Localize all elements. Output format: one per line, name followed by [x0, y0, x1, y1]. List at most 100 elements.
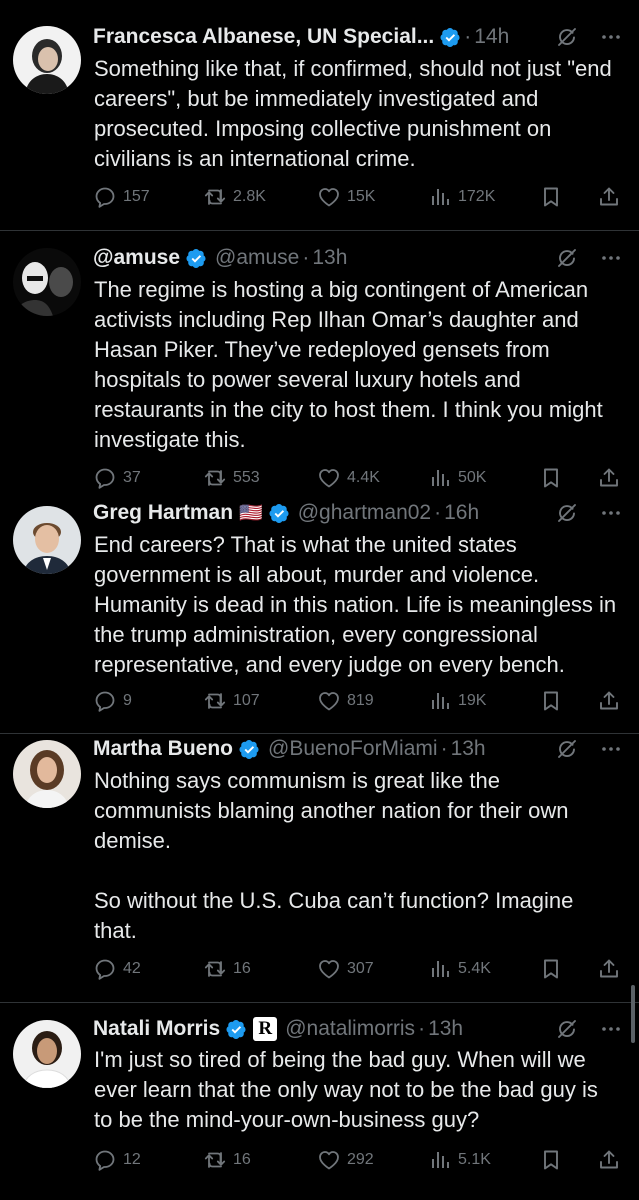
- grok-icon[interactable]: [555, 501, 579, 525]
- grok-icon[interactable]: [555, 737, 579, 761]
- avatar[interactable]: [13, 1020, 81, 1088]
- tweet-header: Martha Bueno @BuenoForMiami · 13h: [93, 734, 639, 764]
- share-button[interactable]: [597, 686, 627, 716]
- view-count: 5.1K: [458, 1151, 491, 1168]
- repost-button[interactable]: 107: [203, 686, 260, 716]
- bookmark-button[interactable]: [539, 182, 569, 212]
- header-actions: [555, 246, 623, 270]
- like-icon: [317, 957, 341, 981]
- share-button[interactable]: [597, 954, 627, 984]
- timestamp[interactable]: 14h: [474, 25, 509, 49]
- repost-icon: [203, 1148, 227, 1172]
- share-button[interactable]: [597, 463, 627, 493]
- repost-button[interactable]: 553: [203, 463, 260, 493]
- bookmark-button[interactable]: [539, 954, 569, 984]
- reply-button[interactable]: 12: [93, 1145, 141, 1175]
- share-button[interactable]: [597, 1145, 627, 1175]
- tweet-header: Natali Morris R @natalimorris · 13h: [93, 1014, 639, 1044]
- more-icon[interactable]: [599, 501, 623, 525]
- tweet-header: @amuse @amuse · 13h: [93, 243, 639, 273]
- like-button[interactable]: 819: [317, 686, 374, 716]
- views-button[interactable]: 50K: [428, 463, 486, 493]
- like-button[interactable]: 4.4K: [317, 463, 380, 493]
- scrollbar[interactable]: [631, 985, 635, 1043]
- handle[interactable]: @ghartman02: [298, 501, 431, 525]
- timestamp[interactable]: 13h: [312, 246, 347, 270]
- handle[interactable]: @BuenoForMiami: [268, 737, 438, 761]
- reply-button[interactable]: 9: [93, 686, 132, 716]
- affiliate-badge-icon[interactable]: R: [253, 1017, 278, 1041]
- like-button[interactable]: 292: [317, 1145, 374, 1175]
- tweet[interactable]: Francesca Albanese, UN Special... · 14h …: [0, 0, 639, 230]
- avatar[interactable]: [13, 26, 81, 94]
- tweet[interactable]: Martha Bueno @BuenoForMiami · 13h Nothin…: [0, 734, 639, 1002]
- reply-button[interactable]: 157: [93, 182, 150, 212]
- views-button[interactable]: 19K: [428, 686, 486, 716]
- tweet[interactable]: Greg Hartman 🇺🇸 @ghartman02 · 16h End ca…: [0, 492, 639, 732]
- reply-count: 12: [123, 1151, 141, 1168]
- views-icon: [428, 1148, 452, 1172]
- repost-icon: [203, 957, 227, 981]
- share-icon: [597, 185, 621, 209]
- timestamp[interactable]: 16h: [444, 501, 479, 525]
- tweet-text: Something like that, if confirmed, shoul…: [94, 56, 618, 171]
- avatar[interactable]: [13, 740, 81, 808]
- header-actions: [555, 25, 623, 49]
- tweet-header: Greg Hartman 🇺🇸 @ghartman02 · 16h: [93, 498, 639, 528]
- more-icon[interactable]: [599, 246, 623, 270]
- like-button[interactable]: 15K: [317, 182, 375, 212]
- bookmark-button[interactable]: [539, 463, 569, 493]
- avatar[interactable]: [13, 506, 81, 574]
- like-count: 15K: [347, 188, 376, 205]
- share-icon: [597, 689, 621, 713]
- verified-badge-icon: [269, 503, 290, 524]
- like-icon: [317, 466, 341, 490]
- timestamp[interactable]: 13h: [451, 737, 486, 761]
- share-button[interactable]: [597, 182, 627, 212]
- views-button[interactable]: 5.1K: [428, 1145, 491, 1175]
- repost-icon: [203, 689, 227, 713]
- bookmark-icon: [539, 1148, 563, 1172]
- repost-button[interactable]: 16: [203, 1145, 251, 1175]
- bookmark-button[interactable]: [539, 686, 569, 716]
- repost-button[interactable]: 16: [203, 954, 251, 984]
- reply-icon: [93, 1148, 117, 1172]
- handle[interactable]: @natalimorris: [285, 1017, 415, 1041]
- handle[interactable]: @amuse: [215, 246, 299, 270]
- repost-count: 107: [233, 692, 260, 709]
- like-icon: [317, 689, 341, 713]
- more-icon[interactable]: [599, 1017, 623, 1041]
- like-button[interactable]: 307: [317, 954, 374, 984]
- tweet[interactable]: Natali Morris R @natalimorris · 13h I'm …: [0, 1003, 639, 1200]
- reply-button[interactable]: 42: [93, 954, 141, 984]
- header-actions: [555, 1017, 623, 1041]
- repost-count: 2.8K: [233, 188, 266, 205]
- like-icon: [317, 185, 341, 209]
- grok-icon[interactable]: [555, 25, 579, 49]
- views-icon: [428, 185, 452, 209]
- display-name[interactable]: Martha Bueno: [93, 737, 233, 761]
- repost-button[interactable]: 2.8K: [203, 182, 266, 212]
- display-name[interactable]: Greg Hartman: [93, 501, 233, 525]
- grok-icon[interactable]: [555, 1017, 579, 1041]
- views-icon: [428, 466, 452, 490]
- repost-icon: [203, 185, 227, 209]
- views-button[interactable]: 5.4K: [428, 954, 491, 984]
- action-bar: 157 2.8K 15K 172K: [93, 182, 623, 212]
- avatar[interactable]: [13, 248, 81, 316]
- grok-icon[interactable]: [555, 246, 579, 270]
- more-icon[interactable]: [599, 25, 623, 49]
- display-name[interactable]: Natali Morris: [93, 1017, 220, 1041]
- display-name[interactable]: Francesca Albanese, UN Special...: [93, 25, 434, 49]
- timestamp[interactable]: 13h: [428, 1017, 463, 1041]
- reply-button[interactable]: 37: [93, 463, 141, 493]
- bookmark-button[interactable]: [539, 1145, 569, 1175]
- tweet-header: Francesca Albanese, UN Special... · 14h: [93, 22, 639, 52]
- views-button[interactable]: 172K: [428, 182, 495, 212]
- tweet[interactable]: @amuse @amuse · 13h The regime is hostin…: [0, 231, 639, 491]
- more-icon[interactable]: [599, 737, 623, 761]
- reply-icon: [93, 466, 117, 490]
- view-count: 5.4K: [458, 960, 491, 977]
- display-name[interactable]: @amuse: [93, 246, 180, 270]
- view-count: 50K: [458, 469, 487, 486]
